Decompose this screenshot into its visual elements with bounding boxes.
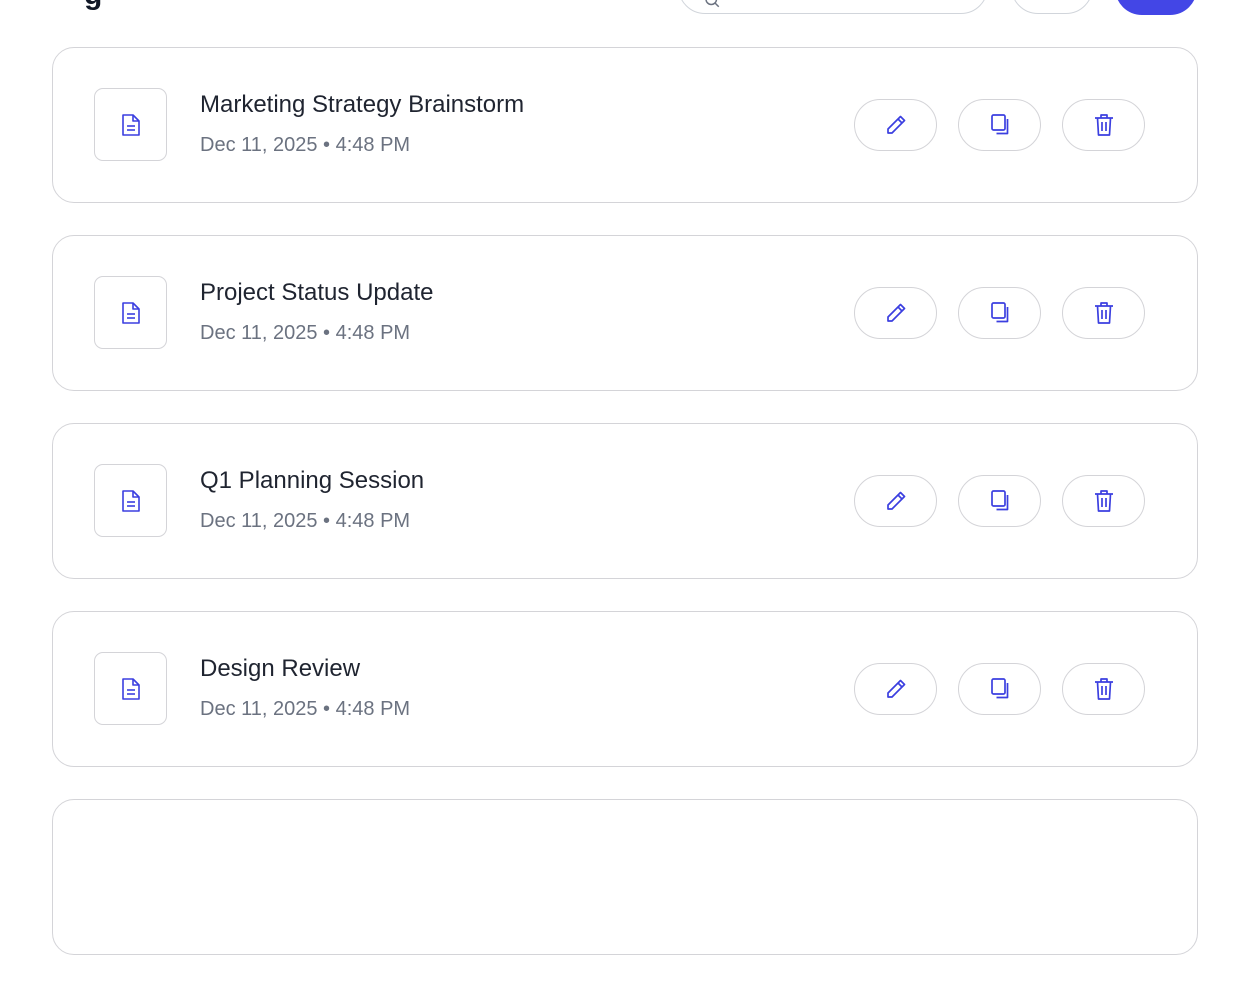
duplicate-button[interactable] (958, 99, 1041, 151)
document-thumbnail (94, 88, 167, 161)
page-title: g (84, 0, 102, 12)
item-date: Dec 11, 2025 • 4:48 PM (200, 134, 411, 156)
top-toolbar: g (0, 0, 1250, 20)
edit-button[interactable] (854, 663, 937, 715)
item-date: Dec 11, 2025 • 4:48 PM (200, 322, 411, 344)
search-input[interactable] (678, 0, 988, 14)
delete-button[interactable] (1062, 287, 1145, 339)
trash-icon (1092, 676, 1116, 702)
item-actions (854, 99, 1145, 151)
trash-icon (1092, 300, 1116, 326)
edit-button[interactable] (854, 475, 937, 527)
delete-button[interactable] (1062, 99, 1145, 151)
document-icon (120, 301, 142, 325)
pencil-icon (884, 489, 908, 513)
document-icon (120, 489, 142, 513)
list-item[interactable] (52, 799, 1198, 955)
item-list: Marketing Strategy Brainstorm Dec 11, 20… (52, 47, 1198, 987)
pencil-icon (884, 113, 908, 137)
document-thumbnail (94, 464, 167, 537)
pencil-icon (884, 301, 908, 325)
item-actions (854, 663, 1145, 715)
new-item-button[interactable] (1115, 0, 1197, 15)
copy-icon (988, 488, 1012, 514)
duplicate-button[interactable] (958, 287, 1041, 339)
copy-icon (988, 112, 1012, 138)
item-actions (854, 475, 1145, 527)
document-icon (120, 677, 142, 701)
list-item[interactable]: Q1 Planning Session Dec 11, 2025 • 4:48 … (52, 423, 1198, 579)
duplicate-button[interactable] (958, 663, 1041, 715)
document-thumbnail (94, 652, 167, 725)
delete-button[interactable] (1062, 663, 1145, 715)
list-item[interactable]: Marketing Strategy Brainstorm Dec 11, 20… (52, 47, 1198, 203)
item-title: Project Status Update (200, 279, 434, 306)
list-item[interactable]: Project Status Update Dec 11, 2025 • 4:4… (52, 235, 1198, 391)
trash-icon (1092, 488, 1116, 514)
item-actions (854, 287, 1145, 339)
item-date: Dec 11, 2025 • 4:48 PM (200, 510, 411, 532)
duplicate-button[interactable] (958, 475, 1041, 527)
document-icon (120, 113, 142, 137)
edit-button[interactable] (854, 287, 937, 339)
filter-button[interactable] (1011, 0, 1093, 14)
document-thumbnail (94, 276, 167, 349)
list-item[interactable]: Design Review Dec 11, 2025 • 4:48 PM (52, 611, 1198, 767)
item-date: Dec 11, 2025 • 4:48 PM (200, 698, 411, 720)
search-icon (703, 0, 721, 14)
edit-button[interactable] (854, 99, 937, 151)
delete-button[interactable] (1062, 475, 1145, 527)
copy-icon (988, 300, 1012, 326)
item-title: Marketing Strategy Brainstorm (200, 91, 525, 118)
trash-icon (1092, 112, 1116, 138)
pencil-icon (884, 677, 908, 701)
copy-icon (988, 676, 1012, 702)
item-title: Q1 Planning Session (200, 467, 425, 494)
item-title: Design Review (200, 655, 361, 682)
